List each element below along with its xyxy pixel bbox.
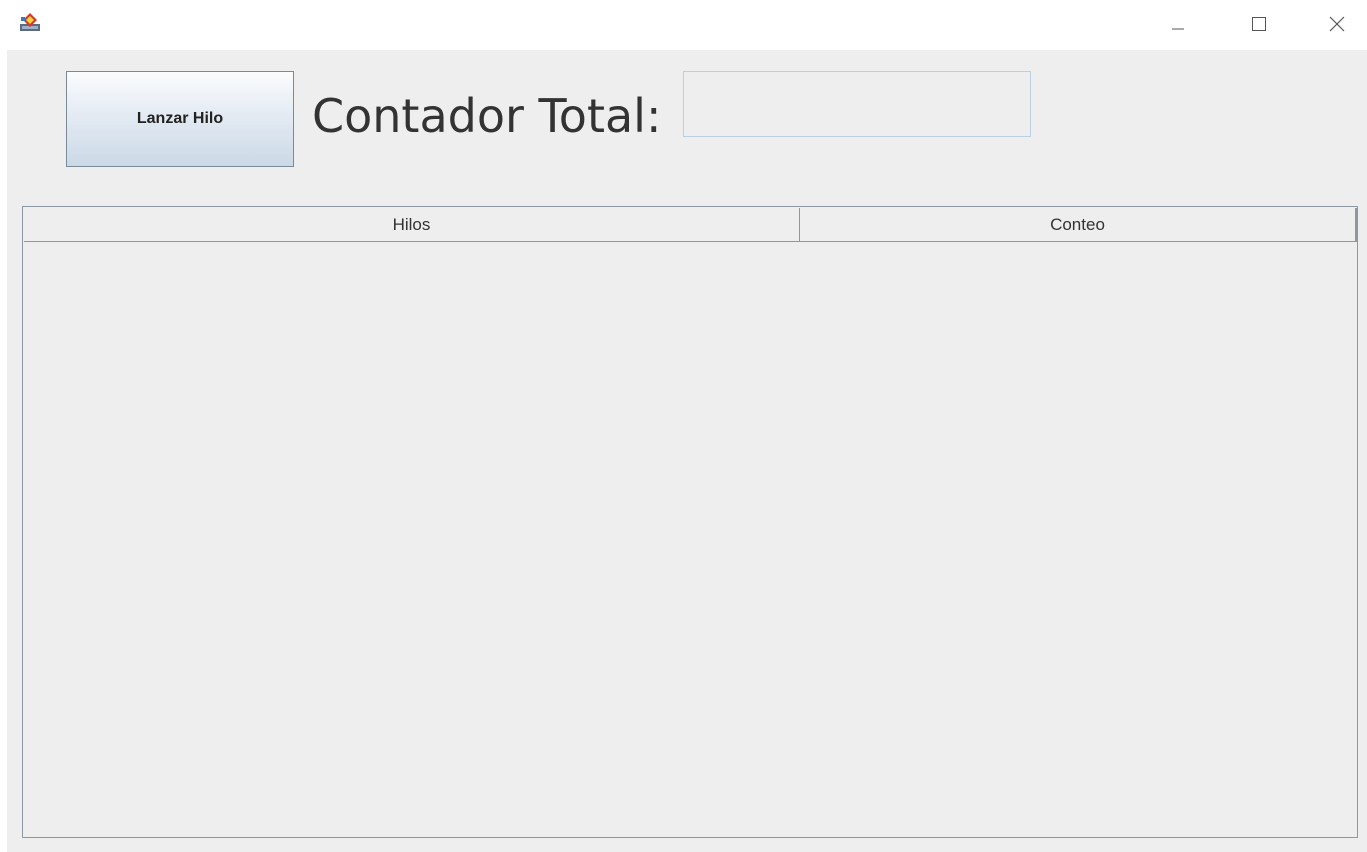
minimize-icon	[1172, 28, 1184, 30]
table-header: Hilos Conteo	[24, 208, 1357, 242]
launch-thread-button[interactable]: Lanzar Hilo	[66, 71, 294, 167]
java-app-icon[interactable]	[19, 11, 41, 33]
content-panel: Lanzar Hilo Contador Total: Hilos Conteo	[7, 50, 1367, 852]
column-header-conteo[interactable]: Conteo	[800, 208, 1357, 241]
total-counter-field[interactable]	[683, 71, 1031, 137]
maximize-icon	[1252, 17, 1266, 31]
maximize-button[interactable]	[1236, 0, 1282, 48]
column-header-hilos[interactable]: Hilos	[24, 208, 800, 241]
close-icon	[1329, 16, 1345, 32]
minimize-button[interactable]	[1155, 0, 1201, 48]
threads-table[interactable]: Hilos Conteo	[22, 206, 1358, 838]
application-window: Lanzar Hilo Contador Total: Hilos Conteo	[0, 0, 1367, 852]
total-counter-label: Contador Total:	[312, 89, 662, 143]
close-button[interactable]	[1314, 0, 1360, 48]
table-body[interactable]	[24, 242, 1357, 836]
title-bar[interactable]	[0, 0, 1367, 48]
